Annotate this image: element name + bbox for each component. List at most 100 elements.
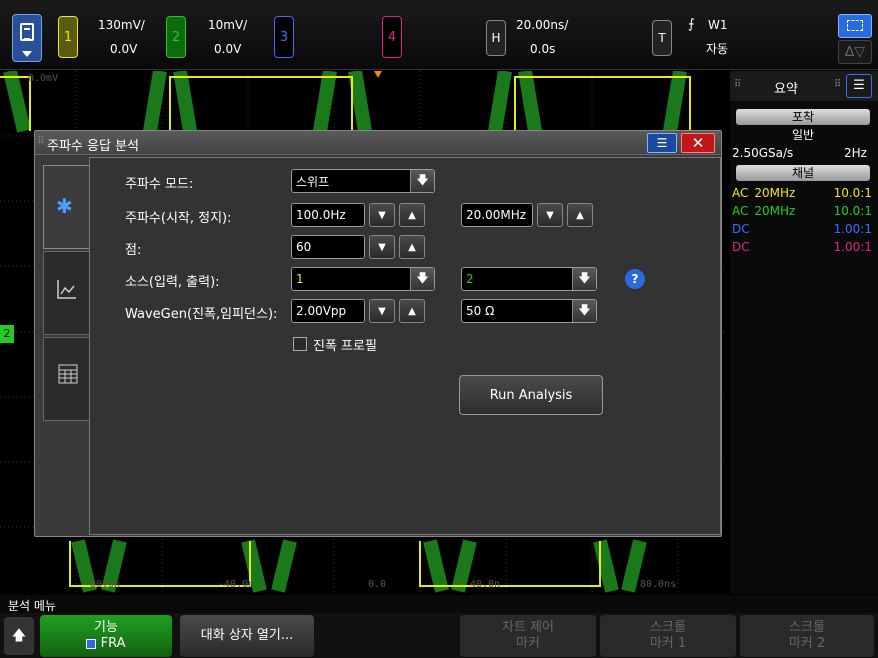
frequency-label: 주파수(시작, 정지): xyxy=(125,211,232,226)
scroll-marker2-label: 스크롤 xyxy=(789,620,825,635)
scroll-marker2-softkey[interactable]: 스크롤 마커 2 xyxy=(740,615,874,657)
help-icon[interactable]: ? xyxy=(625,269,645,289)
trigger-mode: 자동 xyxy=(706,42,729,56)
dropdown-arrow-icon: 🡇 xyxy=(410,170,434,192)
drag-handle-icon: ⠿ xyxy=(734,79,742,90)
fra-dialog: ⠿ 주파수 응답 분석 ☰ ✕ ✱ 주파수 모드: 스위프 🡇 주파수(시작, … xyxy=(34,130,722,537)
channel-2-ground-marker[interactable]: 2 xyxy=(0,325,14,343)
input-source-value: 1 xyxy=(296,272,304,286)
frequency-mode-select[interactable]: 스위프 🡇 xyxy=(291,169,435,193)
start-frequency-field[interactable]: 100.0Hz xyxy=(291,203,365,227)
menu-icon xyxy=(20,23,34,41)
tab-chart[interactable] xyxy=(43,251,89,335)
wavegen-amplitude-field[interactable]: 2.00Vpp xyxy=(291,299,365,323)
dropdown-arrow-icon: 🡇 xyxy=(572,300,596,322)
dropdown-arrow-icon: 🡇 xyxy=(410,268,434,290)
channel-coupling: AC xyxy=(732,204,749,218)
dialog-title: 주파수 응답 분석 xyxy=(47,139,139,154)
points-value: 60 xyxy=(296,240,312,254)
channel-1-offset: 0.0V xyxy=(110,42,138,56)
channel-4-button[interactable]: 4 xyxy=(382,16,402,58)
run-analysis-label: Run Analysis xyxy=(489,387,573,403)
trigger-label: T xyxy=(658,31,666,45)
mode-label: 주파수 모드: xyxy=(125,177,194,192)
stop-frequency-down-button[interactable]: ▼ xyxy=(537,203,563,227)
dropdown-arrow-icon: 🡇 xyxy=(572,268,596,290)
softkey-bar: 🡅 기능 FRA 대화 상자 열기... 차트 제어 마커 스크롤 마커 1 스… xyxy=(0,613,878,658)
horizontal-delay: 0.0s xyxy=(530,42,556,56)
amplitude-up-button[interactable]: ▲ xyxy=(399,299,425,323)
source-label: 소스(입력, 출력): xyxy=(125,275,220,290)
input-source-select[interactable]: 1 🡇 xyxy=(291,267,435,291)
channel-2-offset: 0.0V xyxy=(214,42,242,56)
dialog-title-bar[interactable]: ⠿ 주파수 응답 분석 ☰ ✕ xyxy=(35,131,721,155)
channel-3-number: 3 xyxy=(279,29,289,45)
points-up-button[interactable]: ▲ xyxy=(399,235,425,259)
close-icon[interactable]: ✕ xyxy=(681,133,715,153)
table-icon xyxy=(58,364,78,384)
channel-info-row: DC 1.00:1 xyxy=(732,221,876,237)
tab-settings[interactable]: ✱ xyxy=(43,165,89,249)
points-down-button[interactable]: ▼ xyxy=(369,235,395,259)
chart-control-softkey[interactable]: 차트 제어 마커 xyxy=(460,615,596,657)
chart-icon xyxy=(57,280,76,299)
gear-icon: ✱ xyxy=(56,194,73,218)
open-dialog-softkey[interactable]: 대화 상자 열기... xyxy=(180,615,314,657)
channel-probe-ratio: 10.0:1 xyxy=(833,204,872,218)
scroll-marker2-value: 마커 2 xyxy=(788,636,826,651)
output-source-value: 2 xyxy=(466,272,474,286)
channel-coupling: DC xyxy=(732,222,750,236)
zoom-select-button[interactable] xyxy=(838,14,872,38)
wavegen-impedance-select[interactable]: 50 Ω 🡇 xyxy=(461,299,597,323)
channel-probe-ratio: 1.00:1 xyxy=(833,240,872,254)
stop-frequency-up-button[interactable]: ▲ xyxy=(567,203,593,227)
channel-3-button[interactable]: 3 xyxy=(274,16,294,58)
stop-frequency-field[interactable]: 20.00MHz xyxy=(461,203,533,227)
horizontal-label: H xyxy=(491,31,501,45)
tab-summary[interactable]: 요약 xyxy=(774,78,798,97)
wavegen-label: WaveGen(진폭,임피던스): xyxy=(125,307,278,322)
scroll-marker1-softkey[interactable]: 스크롤 마커 1 xyxy=(600,615,736,657)
function-label: 기능 xyxy=(94,620,118,635)
channel-bandwidth: 20MHz xyxy=(754,186,796,200)
channel-bandwidth: 20MHz xyxy=(754,204,796,218)
scroll-marker1-label: 스크롤 xyxy=(650,620,686,635)
horizontal-button[interactable]: H xyxy=(486,20,506,56)
list-icon[interactable]: ☰ xyxy=(846,74,872,98)
menu-title-bar: 분석 메뉴 xyxy=(0,595,878,613)
menu-title: 분석 메뉴 xyxy=(8,599,56,613)
panel-tabs: ⠿ 요약 ⠿ ☰ xyxy=(730,71,878,101)
channel-coupling: DC xyxy=(732,240,750,254)
rising-edge-icon: ⨍ xyxy=(688,17,695,32)
start-frequency-up-button[interactable]: ▲ xyxy=(399,203,425,227)
amplitude-down-button[interactable]: ▼ xyxy=(369,299,395,323)
wavegen-amplitude-value: 2.00Vpp xyxy=(296,304,347,318)
amplitude-profile-checkbox[interactable] xyxy=(293,337,307,351)
channel-coupling: AC xyxy=(732,186,749,200)
wavegen-impedance-value: 50 Ω xyxy=(466,304,495,318)
start-frequency-value: 100.0Hz xyxy=(296,208,346,222)
acquisition-mode: 일반 xyxy=(791,128,815,142)
function-softkey[interactable]: 기능 FRA xyxy=(40,615,172,657)
main-menu-button[interactable] xyxy=(12,14,42,62)
channel-info-row: AC 20MHz 10.0:1 xyxy=(732,185,876,201)
start-frequency-down-button[interactable]: ▼ xyxy=(369,203,395,227)
dialog-menu-icon[interactable]: ☰ xyxy=(647,133,677,153)
output-source-select[interactable]: 2 🡇 xyxy=(461,267,597,291)
channel-1-button[interactable]: 1 xyxy=(58,16,78,58)
time-label-1: -80.0n xyxy=(84,579,121,590)
draw-icon[interactable]: ∆▽ xyxy=(838,40,872,64)
trigger-button[interactable]: T xyxy=(652,20,672,56)
run-analysis-button[interactable]: Run Analysis xyxy=(459,375,603,415)
open-dialog-label: 대화 상자 열기... xyxy=(200,628,294,643)
stop-frequency-value: 20.00MHz xyxy=(466,208,527,222)
tab-table[interactable] xyxy=(43,337,89,421)
channel-2-button[interactable]: 2 xyxy=(166,16,186,58)
points-label: 점: xyxy=(125,243,142,258)
drag-handle-icon: ⠿ xyxy=(37,136,45,147)
acquisition-header: 포착 xyxy=(736,109,870,125)
menu-up-arrow-icon[interactable]: 🡅 xyxy=(4,617,34,655)
time-label-2: -40.0n xyxy=(218,579,255,590)
points-field[interactable]: 60 xyxy=(291,235,365,259)
channel-probe-ratio: 1.00:1 xyxy=(833,222,872,236)
